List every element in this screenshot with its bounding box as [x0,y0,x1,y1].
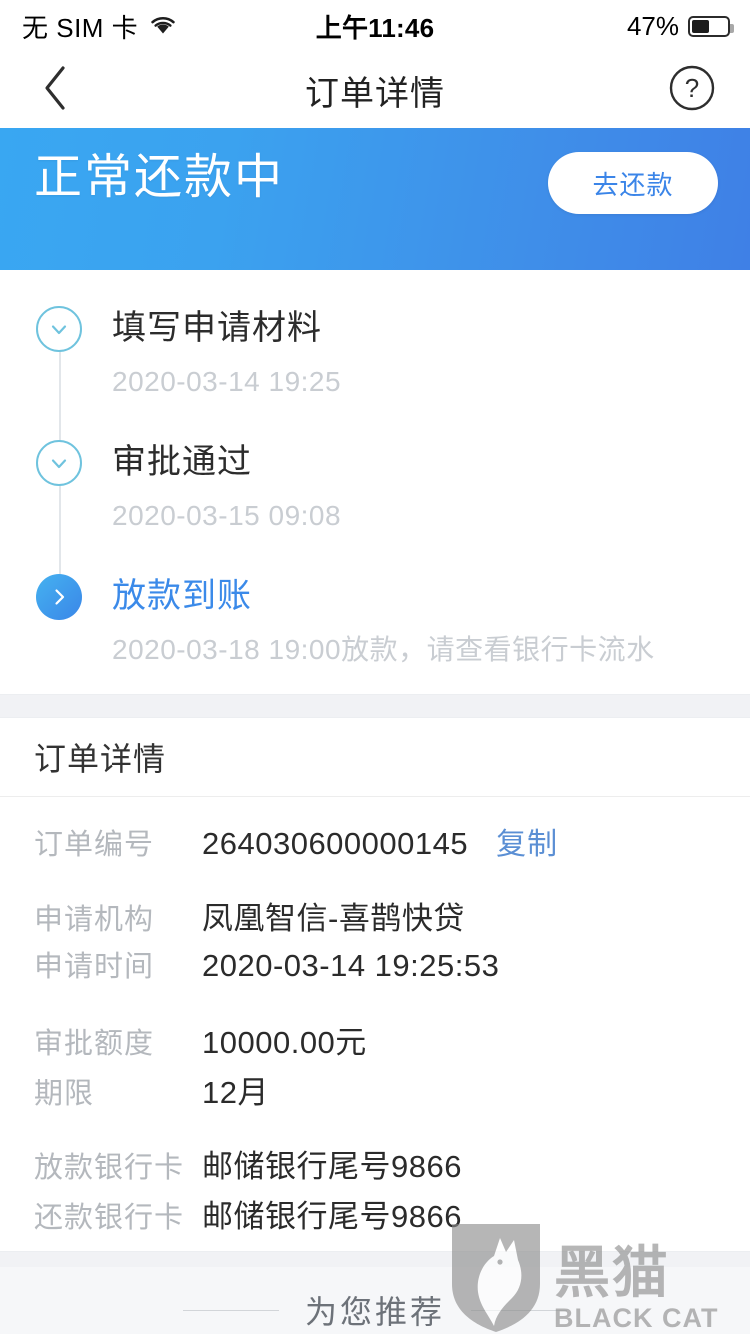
detail-group-bank-cards: 放款银行卡 邮储银行尾号9866 还款银行卡 邮储银行尾号9866 [0,1127,750,1251]
battery-icon [688,15,734,37]
detail-row: 放款银行卡 邮储银行尾号9866 [0,1141,750,1191]
order-progress-timeline: 填写申请材料 2020-03-14 19:25 审批通过 2020-03-15 … [0,270,750,694]
detail-label: 审批额度 [34,1028,155,1060]
detail-value: 12月 [202,1075,269,1110]
detail-label: 申请时间 [34,951,155,983]
help-button[interactable]: ? [652,52,732,128]
phone-screen: 无 SIM 卡 上午11:46 47% 订单详情 ? 正常还款中 去还款 填写申… [0,0,750,1334]
detail-row: 审批额度 10000.00元 [0,1017,750,1067]
timeline-content: 放款到账 2020-03-18 19:00放款，请查看银行卡流水 [94,574,655,668]
timeline-step-subtitle: 2020-03-18 19:00放款，请查看银行卡流水 [112,634,655,665]
status-bar-right: 47% [626,0,734,52]
detail-row: 订单编号 264030600000145 复制 [0,819,750,869]
timeline-step-title: 审批通过 [112,443,252,481]
recommend-rule-left [182,1309,279,1311]
detail-value: 邮储银行尾号9866 [202,1149,462,1184]
detail-label: 还款银行卡 [34,1202,185,1234]
nav-title-label: 订单详情 [305,74,445,113]
page-title: 订单详情 [0,52,750,128]
timeline-marker [36,440,94,588]
wifi-icon [148,11,178,42]
carrier-label: 无 SIM 卡 [22,12,139,43]
recommend-divider [0,1251,750,1267]
check-circle-icon [36,440,82,486]
go-repay-label: 去还款 [592,169,674,200]
go-repay-button[interactable]: 去还款 [548,152,718,214]
svg-text:?: ? [685,73,699,103]
repayment-status-banner: 正常还款中 去还款 [0,128,750,270]
section-divider [0,694,750,718]
timeline-step[interactable]: 放款到账 2020-03-18 19:00放款，请查看银行卡流水 [0,574,750,668]
recommend-title: 为您推荐 [304,1294,445,1330]
recommend-header: 为您推荐 [0,1267,750,1334]
battery-percent-label: 47% [626,10,679,41]
detail-value: 2020-03-14 19:25:53 [202,948,500,983]
question-mark-circle-icon: ? [668,64,716,117]
chevron-right-circle-icon [36,574,82,620]
timeline-step-subtitle: 2020-03-15 09:08 [112,500,342,531]
status-bar-left: 无 SIM 卡 [22,8,178,45]
clock-label: 上午11:46 [315,12,435,43]
status-badge: 正常还款中 [34,151,285,204]
timeline-connector-line [59,350,61,454]
recommend-rule-right [471,1309,567,1311]
timeline-step-subtitle: 2020-03-14 19:25 [112,366,342,397]
timeline-content: 审批通过 2020-03-15 09:08 [94,440,341,574]
detail-row: 还款银行卡 邮储银行尾号9866 [0,1191,750,1241]
detail-value: 10000.00元 [202,1025,367,1060]
detail-value: 邮储银行尾号9866 [202,1199,462,1234]
check-circle-icon [36,306,82,352]
detail-row: 申请机构 凤凰智信-喜鹊快贷 [0,893,750,943]
timeline-step-title: 填写申请材料 [112,309,322,347]
timeline-step: 审批通过 2020-03-15 09:08 [0,440,750,588]
detail-value: 凤凰智信-喜鹊快贷 [202,901,465,936]
copy-button[interactable]: 复制 [496,819,558,863]
battery-fill [692,19,709,33]
nav-bar: 订单详情 ? [0,52,750,128]
detail-group-application: 申请机构 凤凰智信-喜鹊快贷 申请时间 2020-03-14 19:25:53 [0,879,750,1003]
detail-group-amount: 审批额度 10000.00元 期限 12月 [0,1003,750,1127]
order-details-heading: 订单详情 [0,718,750,796]
timeline-connector-line [59,484,61,588]
detail-value: 264030600000145 [202,826,469,861]
detail-row: 期限 12月 [0,1067,750,1117]
timeline-content: 填写申请材料 2020-03-14 19:25 [94,306,341,440]
timeline-step-title: 放款到账 [112,577,252,615]
detail-group-order-number: 订单编号 264030600000145 复制 [0,797,750,879]
order-details-heading-label: 订单详情 [34,741,167,777]
timeline-marker [36,306,94,454]
detail-label: 放款银行卡 [34,1152,185,1184]
detail-row: 申请时间 2020-03-14 19:25:53 [0,943,750,993]
detail-label: 订单编号 [34,829,155,861]
detail-label: 期限 [34,1078,95,1110]
detail-label: 申请机构 [34,904,155,936]
timeline-marker [36,574,94,668]
timeline-step: 填写申请材料 2020-03-14 19:25 [0,306,750,454]
status-bar: 无 SIM 卡 上午11:46 47% [0,0,750,52]
